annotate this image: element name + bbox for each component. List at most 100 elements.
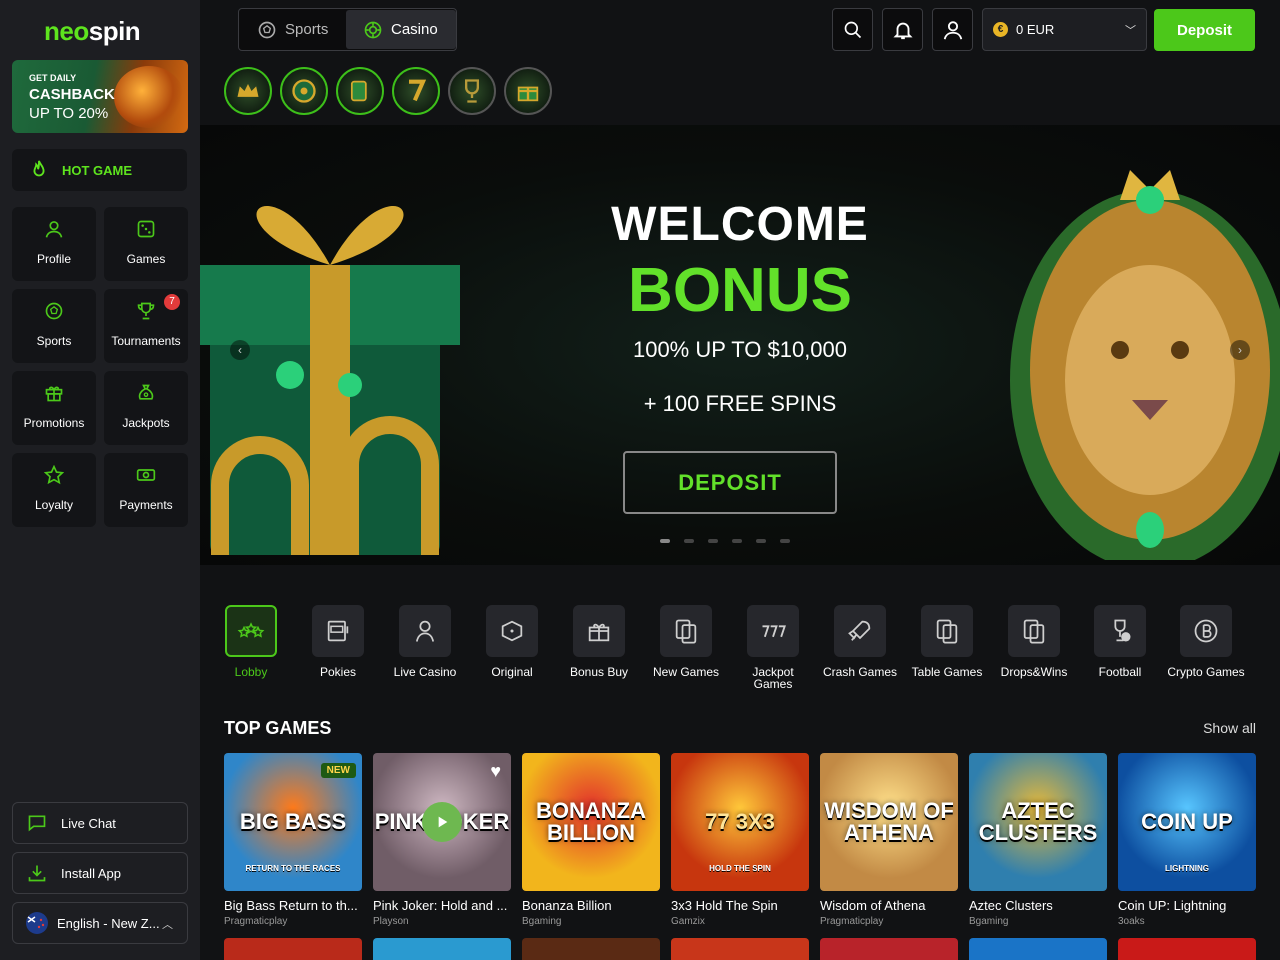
- game-card-row-2[interactable]: [224, 938, 362, 960]
- tab-sports[interactable]: Sports: [240, 10, 346, 49]
- game-name[interactable]: Aztec Clusters: [969, 898, 1107, 913]
- trophy-icon: [137, 302, 155, 320]
- search-button[interactable]: [832, 8, 873, 51]
- language-selector[interactable]: English - New Z... ︿: [12, 902, 188, 944]
- game-card[interactable]: BONANZA BILLION Bonanza Billion Bgaming: [522, 753, 660, 927]
- category-drops-wins[interactable]: Drops&Wins: [994, 605, 1074, 678]
- game-card-row-2[interactable]: [522, 938, 660, 960]
- sidebar-item-promotions[interactable]: Promotions: [12, 371, 96, 445]
- game-card[interactable]: 77 3X3 HOLD THE SPIN 3x3 Hold The Spin Gamz…: [671, 753, 809, 927]
- game-name[interactable]: Wisdom of Athena: [820, 898, 958, 913]
- category-crash-games[interactable]: Crash Games: [820, 605, 900, 678]
- game-name[interactable]: 3x3 Hold The Spin: [671, 898, 809, 913]
- dice-cube-icon: [501, 620, 523, 642]
- carousel-dot[interactable]: [684, 539, 694, 543]
- game-thumbnail[interactable]: PINK JOKER ♥: [373, 753, 511, 891]
- game-card-row-2[interactable]: [1118, 938, 1256, 960]
- game-art-title: AZTEC CLUSTERS: [978, 798, 1098, 845]
- sidebar-item-label: Tournaments: [111, 334, 181, 348]
- hero-deposit-button[interactable]: DEPOSIT: [623, 451, 837, 514]
- cashback-promo-banner[interactable]: GET DAILY CASHBACK UP TO 20%: [12, 60, 188, 133]
- live-chat-button[interactable]: Live Chat: [12, 802, 188, 844]
- deposit-button[interactable]: Deposit: [1154, 9, 1255, 51]
- favorite-heart-icon[interactable]: ♥: [490, 761, 501, 782]
- game-card-row-2[interactable]: [820, 938, 958, 960]
- balance-dropdown[interactable]: € 0 EUR ﹀: [982, 8, 1147, 51]
- carousel-dot[interactable]: [660, 539, 670, 543]
- chevron-up-icon: ︿: [162, 919, 173, 931]
- soccer-ball-icon: [258, 21, 276, 38]
- game-thumbnail[interactable]: COIN UP LIGHTNING: [1118, 753, 1256, 891]
- game-provider: Bgaming: [522, 916, 562, 927]
- tab-casino[interactable]: Casino: [346, 10, 456, 49]
- category-bonus-buy[interactable]: Bonus Buy: [559, 605, 639, 678]
- game-name[interactable]: Big Bass Return to th...: [224, 898, 362, 913]
- game-art-subtitle: HOLD THE SPIN: [709, 864, 771, 873]
- quick-link-crown[interactable]: [224, 67, 272, 115]
- notifications-button[interactable]: [882, 8, 923, 51]
- category-football[interactable]: Football: [1080, 605, 1160, 678]
- sidebar-item-profile[interactable]: Profile: [12, 207, 96, 281]
- new-badge: NEW: [320, 763, 356, 778]
- casino-chip-icon: [364, 21, 382, 38]
- carousel-prev-icon[interactable]: ‹: [230, 340, 250, 360]
- sidebar-item-payments[interactable]: Payments: [104, 453, 188, 527]
- game-thumbnail[interactable]: BONANZA BILLION: [522, 753, 660, 891]
- game-name[interactable]: Coin UP: Lightning: [1118, 898, 1256, 913]
- category-jackpot-games[interactable]: Jackpot Games: [733, 605, 813, 690]
- gift-icon: [45, 386, 63, 402]
- game-card[interactable]: COIN UP LIGHTNING Coin UP: Lightning 3oaks: [1118, 753, 1256, 927]
- game-name[interactable]: Pink Joker: Hold and ...: [373, 898, 511, 913]
- game-card[interactable]: PINK JOKER ♥ Pink Joker: Hold and ... Plays…: [373, 753, 511, 927]
- quick-link-seven[interactable]: [392, 67, 440, 115]
- carousel-dot[interactable]: [780, 539, 790, 543]
- category-table-games[interactable]: Table Games: [907, 605, 987, 678]
- search-icon: [844, 21, 861, 38]
- quick-link-gift[interactable]: [504, 67, 552, 115]
- user-icon: [45, 221, 63, 238]
- game-card[interactable]: BIG BASS RETURN TO THE RACES NEW Big Bass R…: [224, 753, 362, 927]
- hot-game-button[interactable]: HOT GAME: [12, 149, 187, 191]
- sidebar-item-jackpots[interactable]: Jackpots: [104, 371, 188, 445]
- category-crypto-games[interactable]: Crypto Games: [1166, 605, 1246, 678]
- game-thumbnail[interactable]: WISDOM OF ATHENA: [820, 753, 958, 891]
- game-card[interactable]: WISDOM OF ATHENA Wisdom of Athena Pragmati…: [820, 753, 958, 927]
- game-card-row-2[interactable]: [373, 938, 511, 960]
- game-thumbnail[interactable]: BIG BASS RETURN TO THE RACES NEW: [224, 753, 362, 891]
- sidebar-item-games[interactable]: Games: [104, 207, 188, 281]
- quick-link-trophy[interactable]: [448, 67, 496, 115]
- category-live-casino[interactable]: Live Casino: [385, 605, 465, 678]
- cards-icon: [675, 619, 697, 644]
- sidebar-item-tournaments[interactable]: 7 Tournaments: [104, 289, 188, 363]
- play-button[interactable]: [422, 802, 462, 842]
- section-title: TOP GAMES: [224, 718, 332, 738]
- game-card[interactable]: AZTEC CLUSTERS Aztec Clusters Bgaming: [969, 753, 1107, 927]
- category-icon-box: [573, 605, 625, 657]
- chevron-down-icon: ﹀: [1125, 25, 1136, 37]
- sidebar-item-sports[interactable]: Sports: [12, 289, 96, 363]
- account-button[interactable]: [932, 8, 973, 51]
- game-name[interactable]: Bonanza Billion: [522, 898, 660, 913]
- quick-link-cards[interactable]: [336, 67, 384, 115]
- game-provider: Playson: [373, 916, 409, 927]
- carousel-dot[interactable]: [756, 539, 766, 543]
- carousel-dot[interactable]: [708, 539, 718, 543]
- category-lobby[interactable]: Lobby: [211, 605, 291, 678]
- carousel-dot[interactable]: [732, 539, 742, 543]
- game-thumbnail[interactable]: 77 3X3 HOLD THE SPIN: [671, 753, 809, 891]
- carousel-next-icon[interactable]: ›: [1230, 340, 1250, 360]
- category-label: Pokies: [319, 665, 357, 679]
- mode-switch: Sports Casino: [238, 8, 457, 51]
- brand-logo[interactable]: neospin: [44, 16, 141, 47]
- category-label: Bonus Buy: [569, 665, 629, 679]
- game-card-row-2[interactable]: [671, 938, 809, 960]
- show-all-link[interactable]: Show all: [1203, 720, 1256, 736]
- category-pokies[interactable]: Pokies: [298, 605, 378, 678]
- install-app-button[interactable]: Install App: [12, 852, 188, 894]
- category-original[interactable]: Original: [472, 605, 552, 678]
- category-new-games[interactable]: New Games: [646, 605, 726, 678]
- sidebar-item-loyalty[interactable]: Loyalty: [12, 453, 96, 527]
- quick-link-roulette[interactable]: [280, 67, 328, 115]
- game-card-row-2[interactable]: [969, 938, 1107, 960]
- game-thumbnail[interactable]: AZTEC CLUSTERS: [969, 753, 1107, 891]
